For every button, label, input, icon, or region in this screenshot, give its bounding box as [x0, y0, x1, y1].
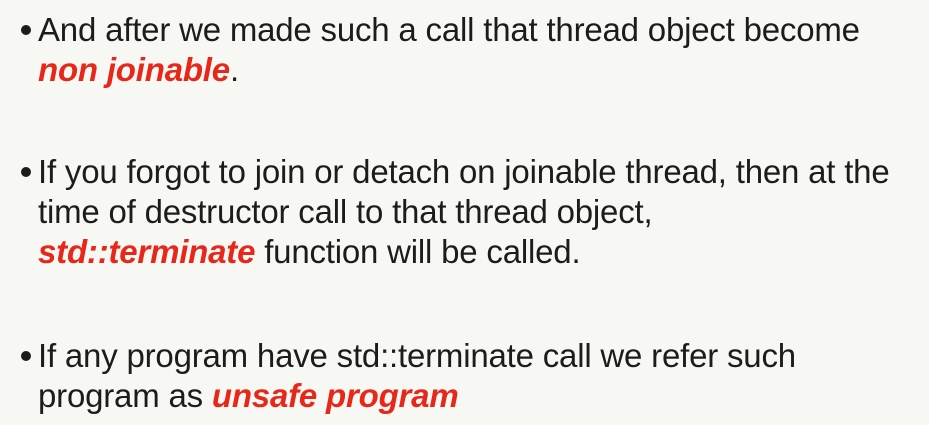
bullet-text-after: function will be called.: [255, 233, 581, 270]
bullet-item: If you forgot to join or detach on joina…: [0, 152, 929, 272]
bullet-text-after: .: [229, 51, 239, 88]
bullet-highlight: unsafe program: [211, 377, 459, 414]
bullet-dot-icon: [0, 152, 38, 192]
bullet-text-before: And after we made such a call that threa…: [38, 11, 860, 48]
bullet-highlight: non joinable: [38, 51, 230, 88]
bullet-text: And after we made such a call that threa…: [38, 10, 918, 90]
bullet-item: And after we made such a call that threa…: [0, 10, 929, 90]
bullet-text: If you forgot to join or detach on joina…: [38, 152, 918, 272]
bullet-text-before: If you forgot to join or detach on joina…: [38, 153, 890, 230]
bullet-dot-icon: [0, 10, 38, 50]
bullet-item: If any program have std::terminate call …: [0, 336, 929, 416]
slide: And after we made such a call that threa…: [0, 0, 929, 425]
bullet-dot-icon: [0, 336, 38, 376]
bullet-text: If any program have std::terminate call …: [38, 336, 918, 416]
bullet-highlight: std::terminate: [38, 233, 256, 270]
